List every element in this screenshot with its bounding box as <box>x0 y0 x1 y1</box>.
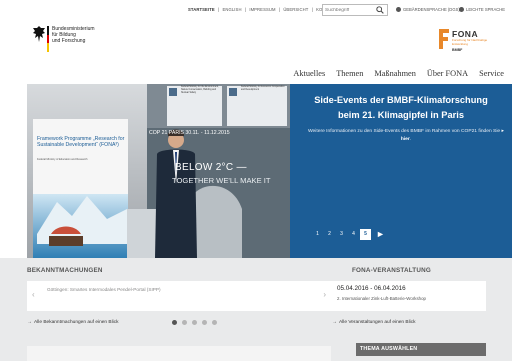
search-box <box>322 4 388 16</box>
theme-select-header[interactable]: THEMA AUSWÄHLEN <box>356 343 486 356</box>
fona-mark-icon <box>439 29 449 49</box>
link-overview[interactable]: ÜBERSICHT <box>283 7 308 12</box>
fona-subtitle: Forschung für Nachhaltige Entwicklung <box>452 38 488 46</box>
hero-link-suffix: . <box>409 136 412 142</box>
arrow-right-icon: → <box>332 319 337 325</box>
federal-eagle-icon <box>33 26 45 42</box>
search-input[interactable] <box>325 6 373 14</box>
main-nav: Aktuelles Themen Maßnahmen Über FONA Ser… <box>282 69 504 78</box>
carousel-prev-icon[interactable]: ‹ <box>32 290 35 299</box>
sign-language-icon <box>396 7 401 13</box>
hero-text: Weitere Informationen zu den Side-Events… <box>307 128 505 143</box>
events-heading: FONA-VERANSTALTUNG <box>352 267 431 274</box>
easy-language-icon <box>459 7 464 13</box>
sign-development: Federal Ministry for Economic Cooperatio… <box>241 86 285 91</box>
pager-page-2[interactable]: 2 <box>324 229 335 240</box>
separator: | <box>311 7 313 12</box>
fona-logo[interactable]: FONA Forschung für Nachhaltige Entwicklu… <box>438 28 494 56</box>
below-2c-text: BELOW 2°C — <box>175 162 247 173</box>
carousel-dot[interactable] <box>212 320 217 325</box>
nav-item-massnahmen[interactable]: Maßnahmen <box>374 69 415 78</box>
fona-sponsor: BMBF <box>452 48 463 52</box>
hero-link-label: hier <box>400 136 410 142</box>
separator: | <box>244 7 247 12</box>
banner-title: Framework Programme „Research for Sustai… <box>37 136 125 149</box>
easy-language-label: LEICHTE SPRACHE <box>466 7 506 12</box>
carousel-dot[interactable] <box>182 320 187 325</box>
german-flag-icon <box>47 26 49 52</box>
carousel-dot[interactable] <box>202 320 207 325</box>
link-easy-language[interactable]: LEICHTE SPRACHE <box>459 7 506 13</box>
carousel-dot[interactable] <box>172 320 177 325</box>
carousel-dots <box>172 320 222 325</box>
pager-page-4[interactable]: 4 <box>348 229 359 240</box>
nav-item-aktuelles[interactable]: Aktuelles <box>293 69 325 78</box>
all-events-label: Alle Veranstaltungen auf einen Blick <box>339 320 416 325</box>
nav-item-ueber-fona[interactable]: Über FONA <box>427 69 468 78</box>
top-links: STARTSEITE | ENGLISH | IMPRESSUM | ÜBERS… <box>188 7 338 12</box>
all-announcements-label: Alle Bekanntmachungen auf einen Blick <box>34 320 119 325</box>
pager-page-3[interactable]: 3 <box>336 229 347 240</box>
conference-photo <box>27 84 290 258</box>
hero-title-line2: beim 21. Klimagipfel in Paris <box>337 109 465 120</box>
together-text: TOGETHER WE'LL MAKE IT <box>172 176 271 185</box>
event-teaser[interactable]: 05.04.2016 - 06.04.2016 2. International… <box>331 281 486 311</box>
hero-text-body: Weitere Informationen zu den Side-Events… <box>308 129 501 134</box>
hero-slider: Framework Programme „Research for Sustai… <box>0 84 512 258</box>
event-date: 05.04.2016 - 06.04.2016 <box>337 285 406 292</box>
bmbf-logo[interactable]: Bundesministerium für Bildung und Forsch… <box>32 25 112 67</box>
magnifier-icon[interactable] <box>376 6 384 14</box>
separator: | <box>278 7 281 12</box>
hero-title[interactable]: Side-Events der BMBF-Klimaforschung beim… <box>290 93 512 122</box>
announcements-carousel: ‹ Göttingen: Smartes Intermodales Pendel… <box>27 281 331 311</box>
link-imprint[interactable]: IMPRESSUM <box>249 7 275 12</box>
carousel-dot[interactable] <box>192 320 197 325</box>
utility-bar: STARTSEITE | ENGLISH | IMPRESSUM | ÜBERS… <box>0 0 512 20</box>
all-events-link[interactable]: → Alle Veranstaltungen auf einen Blick <box>332 319 416 325</box>
event-title: 2. Internationaler Zink-Luft-Batterie-Wo… <box>337 296 426 301</box>
announcements-heading: BEKANNTMACHUNGEN <box>27 267 103 274</box>
nav-item-themen[interactable]: Themen <box>336 69 363 78</box>
cop-banner: COP 21 PARIS 30.11. - 11.12.2015 <box>149 130 230 136</box>
pager-page-1[interactable]: 1 <box>312 229 323 240</box>
sign-language-label: GEBÄRDENSPRACHE (DGS) <box>403 7 460 12</box>
slide-pager: 1 2 3 4 5 ► <box>312 229 387 240</box>
link-sign-language[interactable]: GEBÄRDENSPRACHE (DGS) <box>396 7 460 13</box>
ministry-name: Bundesministerium für Bildung und Forsch… <box>52 26 95 44</box>
separator: | <box>218 7 220 12</box>
content-area <box>27 346 331 361</box>
all-announcements-link[interactable]: → Alle Bekanntmachungen auf einen Blick <box>27 319 119 325</box>
link-home[interactable]: STARTSEITE <box>188 7 215 12</box>
sign-environment: Federal Ministry for the Environment, Na… <box>181 86 219 94</box>
carousel-next-icon[interactable]: › <box>323 290 326 299</box>
hero-teaser: Side-Events der BMBF-Klimaforschung beim… <box>290 84 512 258</box>
ministry-line3: und Forschung <box>52 38 86 44</box>
nav-item-service[interactable]: Service <box>479 69 504 78</box>
next-slide-icon[interactable]: ► <box>375 229 386 240</box>
pager-page-5[interactable]: 5 <box>360 229 371 240</box>
lower-panels: BEKANNTMACHUNGEN FONA-VERANSTALTUNG ‹ Gö… <box>0 258 512 361</box>
arrow-right-icon: → <box>27 319 32 325</box>
announcement-item[interactable]: Göttingen: Smartes Intermodales Pendel-P… <box>47 287 161 292</box>
hero-image[interactable]: Framework Programme „Research for Sustai… <box>27 84 290 258</box>
banner-subtitle: Federal Ministry of Education and Resear… <box>37 158 88 161</box>
link-english[interactable]: ENGLISH <box>222 7 241 12</box>
hero-title-line1: Side-Events der BMBF-Klimaforschung <box>314 95 488 105</box>
